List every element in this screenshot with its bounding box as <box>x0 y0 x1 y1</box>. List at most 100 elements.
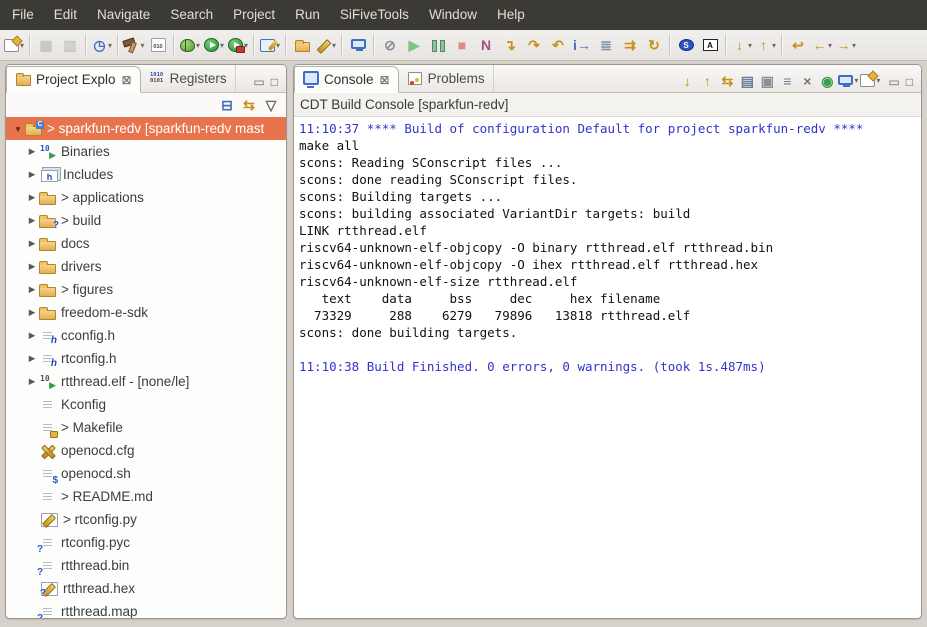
twisty-collapsed-icon[interactable] <box>25 261 39 272</box>
tree-item[interactable]: Kconfig <box>6 393 286 416</box>
tree-item[interactable]: openocd.sh <box>6 462 286 485</box>
tree-item[interactable]: > README.md <box>6 485 286 508</box>
view-menu-button[interactable]: ▽ <box>262 95 280 114</box>
collapse-all-button[interactable]: ⊟ <box>218 95 236 114</box>
save-all-button[interactable]: ▥ <box>58 32 82 58</box>
menu-project[interactable]: Project <box>223 0 285 30</box>
menu-search[interactable]: Search <box>160 0 223 30</box>
tree-item[interactable]: Binaries <box>6 140 286 163</box>
instruction-stepping-button[interactable]: i→ <box>570 32 594 58</box>
menu-help[interactable]: Help <box>487 0 535 30</box>
save-console-button[interactable]: ▤ <box>738 71 756 90</box>
tree-item[interactable]: drivers <box>6 255 286 278</box>
tab-problems[interactable]: Problems <box>399 65 494 92</box>
tree-item[interactable]: freedom-e-sdk <box>6 301 286 324</box>
close-icon[interactable]: ⊠ <box>122 73 132 87</box>
tree-item[interactable]: docs <box>6 232 286 255</box>
twisty-collapsed-icon[interactable] <box>25 169 39 180</box>
build-button[interactable]: ▾ <box>122 32 146 58</box>
tab-registers[interactable]: Registers <box>141 65 236 92</box>
open-element-button[interactable] <box>290 32 314 58</box>
restart-button[interactable]: ↻ <box>642 32 666 58</box>
verbose-console-button[interactable] <box>698 32 722 58</box>
twisty-collapsed-icon[interactable] <box>25 307 39 318</box>
menu-sifivetools[interactable]: SiFiveTools <box>330 0 419 30</box>
tree-item[interactable]: openocd.cfg <box>6 439 286 462</box>
tree-item[interactable]: rtthread.map <box>6 600 286 618</box>
maximize-button[interactable]: □ <box>271 76 278 88</box>
maximize-button[interactable]: □ <box>906 76 913 88</box>
scroll-lock-button[interactable]: ▣ <box>758 71 776 90</box>
resume-at-line-button[interactable]: ⇉ <box>618 32 642 58</box>
scroll-down-button[interactable]: ↓ <box>678 71 696 90</box>
minimize-button[interactable]: ▭ <box>253 76 264 88</box>
new-editor-button[interactable]: ▾ <box>258 32 282 58</box>
menu-window[interactable]: Window <box>419 0 487 30</box>
minimize-button[interactable]: ▭ <box>888 76 899 88</box>
tree-item[interactable]: > figures <box>6 278 286 301</box>
link-with-editor-button[interactable]: ⇆ <box>240 95 258 114</box>
menu-navigate[interactable]: Navigate <box>87 0 160 30</box>
pin-console-button[interactable]: ◉ <box>818 71 836 90</box>
disconnect-button[interactable]: N <box>474 32 498 58</box>
word-wrap-button[interactable]: ≡ <box>778 71 796 90</box>
previous-annotation-button[interactable]: ↑▾ <box>754 32 778 58</box>
tab-project-explo[interactable]: Project Explo⊠ <box>6 66 141 93</box>
console-output[interactable]: 11:10:37 **** Build of configuration Def… <box>294 117 921 618</box>
tree-item[interactable]: rtconfig.pyc <box>6 531 286 554</box>
twisty-collapsed-icon[interactable] <box>25 376 39 387</box>
twisty-collapsed-icon[interactable] <box>25 192 39 203</box>
tree-item[interactable]: rtthread.bin <box>6 554 286 577</box>
tree-item[interactable]: rtconfig.h <box>6 347 286 370</box>
step-return-button[interactable]: ↶ <box>546 32 570 58</box>
step-over-button[interactable]: ↷ <box>522 32 546 58</box>
tree-item[interactable]: rtthread.hex <box>6 577 286 600</box>
next-annotation-button[interactable]: ↓▾ <box>730 32 754 58</box>
tree-item[interactable]: Includes <box>6 163 286 186</box>
menu-file[interactable]: File <box>2 0 44 30</box>
tree-item[interactable]: cconfig.h <box>6 324 286 347</box>
binary-file-button[interactable] <box>146 32 170 58</box>
menu-run[interactable]: Run <box>285 0 330 30</box>
close-icon[interactable]: ⊠ <box>380 73 390 87</box>
twisty-collapsed-icon[interactable] <box>25 330 39 341</box>
open-console-button[interactable]: ▾ <box>860 71 880 90</box>
scroll-up-button[interactable]: ↑ <box>698 71 716 90</box>
new-wizard-button[interactable]: ▾ <box>2 32 26 58</box>
menu-edit[interactable]: Edit <box>44 0 87 30</box>
no-edit-button[interactable]: ⊘ <box>378 32 402 58</box>
run-button[interactable]: ▾ <box>202 32 226 58</box>
tab-console[interactable]: Console⊠ <box>294 66 399 93</box>
debug-button[interactable]: ▾ <box>178 32 202 58</box>
skip-all-breakpoints-button[interactable] <box>674 32 698 58</box>
tree-item[interactable]: > applications <box>6 186 286 209</box>
suspend-button[interactable] <box>426 32 450 58</box>
show-console-when-output-changes-button[interactable]: ⇆ <box>718 71 736 90</box>
last-edit-location-button[interactable]: ↩ <box>786 32 810 58</box>
forward-button[interactable]: →▾ <box>834 32 858 58</box>
profile-button[interactable]: ▾ <box>226 32 250 58</box>
twisty-collapsed-icon[interactable] <box>25 146 39 157</box>
twisty-collapsed-icon[interactable] <box>25 215 39 226</box>
tree-item[interactable]: > rtconfig.py <box>6 508 286 531</box>
step-into-button[interactable]: ↴ <box>498 32 522 58</box>
move-to-line-button[interactable]: ≣ <box>594 32 618 58</box>
debug-configurations-button[interactable]: ◷▾ <box>90 32 114 58</box>
twisty-collapsed-icon[interactable] <box>25 353 39 364</box>
resume-button[interactable]: ▶ <box>402 32 426 58</box>
tree-item[interactable]: rtthread.elf - [none/le] <box>6 370 286 393</box>
twisty-expanded-icon[interactable] <box>11 124 25 134</box>
back-button[interactable]: ←▾ <box>810 32 834 58</box>
tree-item[interactable]: > Makefile <box>6 416 286 439</box>
clear-console-button[interactable]: × <box>798 71 816 90</box>
tree-item[interactable]: > build <box>6 209 286 232</box>
console-line: scons: Reading SConscript files ... <box>299 154 916 171</box>
save-button[interactable]: ▦ <box>34 32 58 58</box>
twisty-collapsed-icon[interactable] <box>25 284 39 295</box>
open-console-view-button[interactable] <box>346 32 370 58</box>
terminate-button[interactable]: ■ <box>450 32 474 58</box>
tree-item[interactable]: > sparkfun-redv [sparkfun-redv mast <box>6 117 286 140</box>
display-selected-console-button[interactable]: ▾ <box>838 71 858 90</box>
mark-occurrences-button[interactable]: ▾ <box>314 32 338 58</box>
twisty-collapsed-icon[interactable] <box>25 238 39 249</box>
